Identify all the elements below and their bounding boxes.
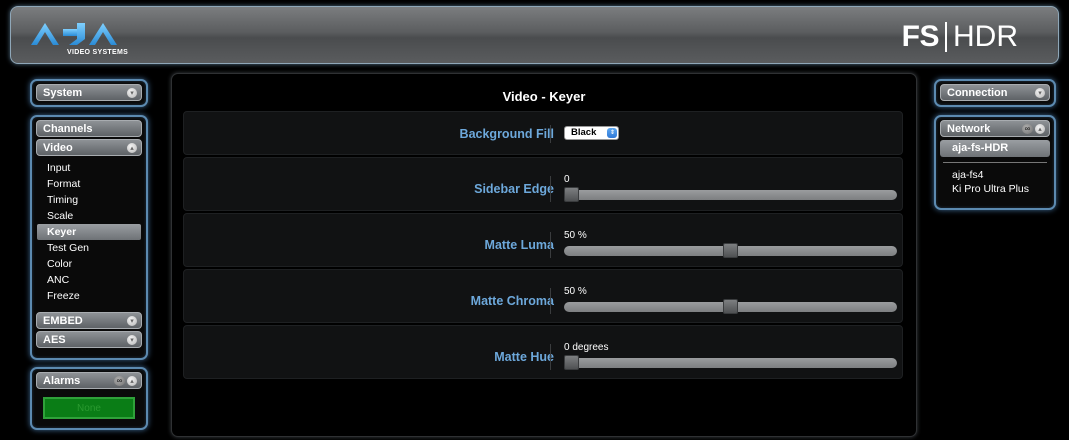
connection-menu-button[interactable]: Connection ▾	[940, 84, 1050, 101]
link-icon[interactable]: ∞	[114, 376, 125, 386]
network-device-item[interactable]: Ki Pro Ultra Plus	[940, 182, 1050, 196]
param-label: Background Fill	[459, 127, 554, 141]
slider-thumb[interactable]	[564, 355, 579, 370]
network-divider	[943, 162, 1047, 163]
param-label: Matte Chroma	[470, 294, 554, 308]
matte-luma-slider[interactable]	[564, 243, 897, 258]
logo-subtext: VIDEO SYSTEMS	[67, 49, 129, 56]
video-submenu: Input Format Timing Scale Keyer Test Gen…	[36, 156, 142, 308]
param-row-background-fill: Background Fill Black ⇕	[183, 111, 903, 155]
slider-value: 50 %	[564, 230, 587, 241]
link-icon[interactable]: ∞	[1022, 124, 1033, 134]
row-divider	[550, 176, 551, 202]
aes-menu-button[interactable]: AES ▾	[36, 331, 142, 348]
slider-value: 50 %	[564, 286, 587, 297]
nav-item-color[interactable]: Color	[37, 256, 141, 272]
param-label: Matte Luma	[484, 238, 554, 252]
slider-thumb[interactable]	[564, 187, 579, 202]
alarm-status-text: None	[77, 402, 101, 414]
param-row-sidebar-edge: Sidebar Edge 0	[183, 157, 903, 211]
nav-item-freeze[interactable]: Freeze	[37, 288, 141, 304]
main-content: Video - Keyer Background Fill Black ⇕ Si…	[171, 73, 917, 437]
embed-menu-button[interactable]: EMBED ▾	[36, 312, 142, 329]
aes-menu-label: AES	[43, 333, 66, 346]
param-row-matte-chroma: Matte Chroma 50 %	[183, 269, 903, 323]
select-arrows-icon: ⇕	[607, 128, 618, 138]
row-divider	[550, 232, 551, 258]
aja-logo: VIDEO SYSTEMS	[29, 17, 169, 57]
nav-item-scale[interactable]: Scale	[37, 208, 141, 224]
network-menu-button[interactable]: Network ∞ ▴	[940, 120, 1050, 137]
alarm-status-indicator: None	[43, 397, 135, 419]
embed-menu-label: EMBED	[43, 314, 83, 327]
expand-icon[interactable]: ▾	[127, 316, 137, 326]
alarms-menu-label: Alarms	[43, 374, 81, 387]
sidebar-edge-slider[interactable]	[564, 187, 897, 202]
page-title: Video - Keyer	[502, 89, 586, 104]
channels-menu-label: Channels	[43, 122, 93, 135]
expand-icon[interactable]: ▾	[127, 88, 137, 98]
nav-item-input[interactable]: Input	[37, 160, 141, 176]
expand-icon[interactable]: ▾	[127, 335, 137, 345]
row-divider	[550, 288, 551, 314]
param-label: Matte Hue	[494, 350, 554, 364]
channels-panel: Channels Video ▴ Input Format Timing Sca…	[30, 115, 148, 360]
system-menu-button[interactable]: System ▾	[36, 84, 142, 101]
nav-item-keyer[interactable]: Keyer	[37, 224, 141, 240]
nav-item-timing[interactable]: Timing	[37, 192, 141, 208]
collapse-icon[interactable]: ▴	[127, 143, 137, 153]
app-header: VIDEO SYSTEMS FS HDR	[10, 6, 1059, 64]
product-name-bold: FS	[901, 20, 940, 53]
slider-thumb[interactable]	[723, 243, 738, 258]
system-menu-label: System	[43, 86, 83, 99]
network-selected-device[interactable]: aja-fs-HDR	[940, 140, 1050, 157]
product-name-light: HDR	[953, 20, 1018, 53]
network-menu-label: Network	[947, 122, 991, 135]
row-divider	[550, 125, 551, 143]
collapse-icon[interactable]: ▴	[127, 376, 137, 386]
connection-menu-label: Connection	[947, 86, 1008, 99]
matte-hue-slider[interactable]	[564, 355, 897, 370]
param-row-matte-luma: Matte Luma 50 %	[183, 213, 903, 267]
network-device-item[interactable]: aja-fs4	[940, 168, 1050, 182]
nav-item-test-gen[interactable]: Test Gen	[37, 240, 141, 256]
matte-chroma-slider[interactable]	[564, 299, 897, 314]
alarms-menu-button[interactable]: Alarms ∞ ▴	[36, 372, 142, 389]
alarms-panel: Alarms ∞ ▴ None	[30, 367, 148, 430]
background-fill-select[interactable]: Black ⇕	[564, 126, 620, 140]
product-divider	[945, 22, 947, 52]
row-divider	[550, 344, 551, 370]
param-row-matte-hue: Matte Hue 0 degrees	[183, 325, 903, 379]
collapse-icon[interactable]: ▴	[1035, 124, 1045, 134]
video-menu-label: Video	[43, 141, 73, 154]
slider-thumb[interactable]	[723, 299, 738, 314]
param-label: Sidebar Edge	[474, 182, 554, 196]
system-panel: System ▾	[30, 79, 148, 107]
channels-menu-button[interactable]: Channels	[36, 120, 142, 137]
nav-item-anc[interactable]: ANC	[37, 272, 141, 288]
connection-panel: Connection ▾	[934, 79, 1056, 107]
nav-item-format[interactable]: Format	[37, 176, 141, 192]
video-menu-button[interactable]: Video ▴	[36, 139, 142, 156]
product-name: FS HDR	[901, 20, 1018, 53]
background-fill-value: Black	[571, 127, 597, 138]
network-panel: Network ∞ ▴ aja-fs-HDR aja-fs4 Ki Pro Ul…	[934, 115, 1056, 210]
expand-icon[interactable]: ▾	[1035, 88, 1045, 98]
slider-value: 0 degrees	[564, 342, 609, 353]
slider-value: 0	[564, 174, 570, 185]
